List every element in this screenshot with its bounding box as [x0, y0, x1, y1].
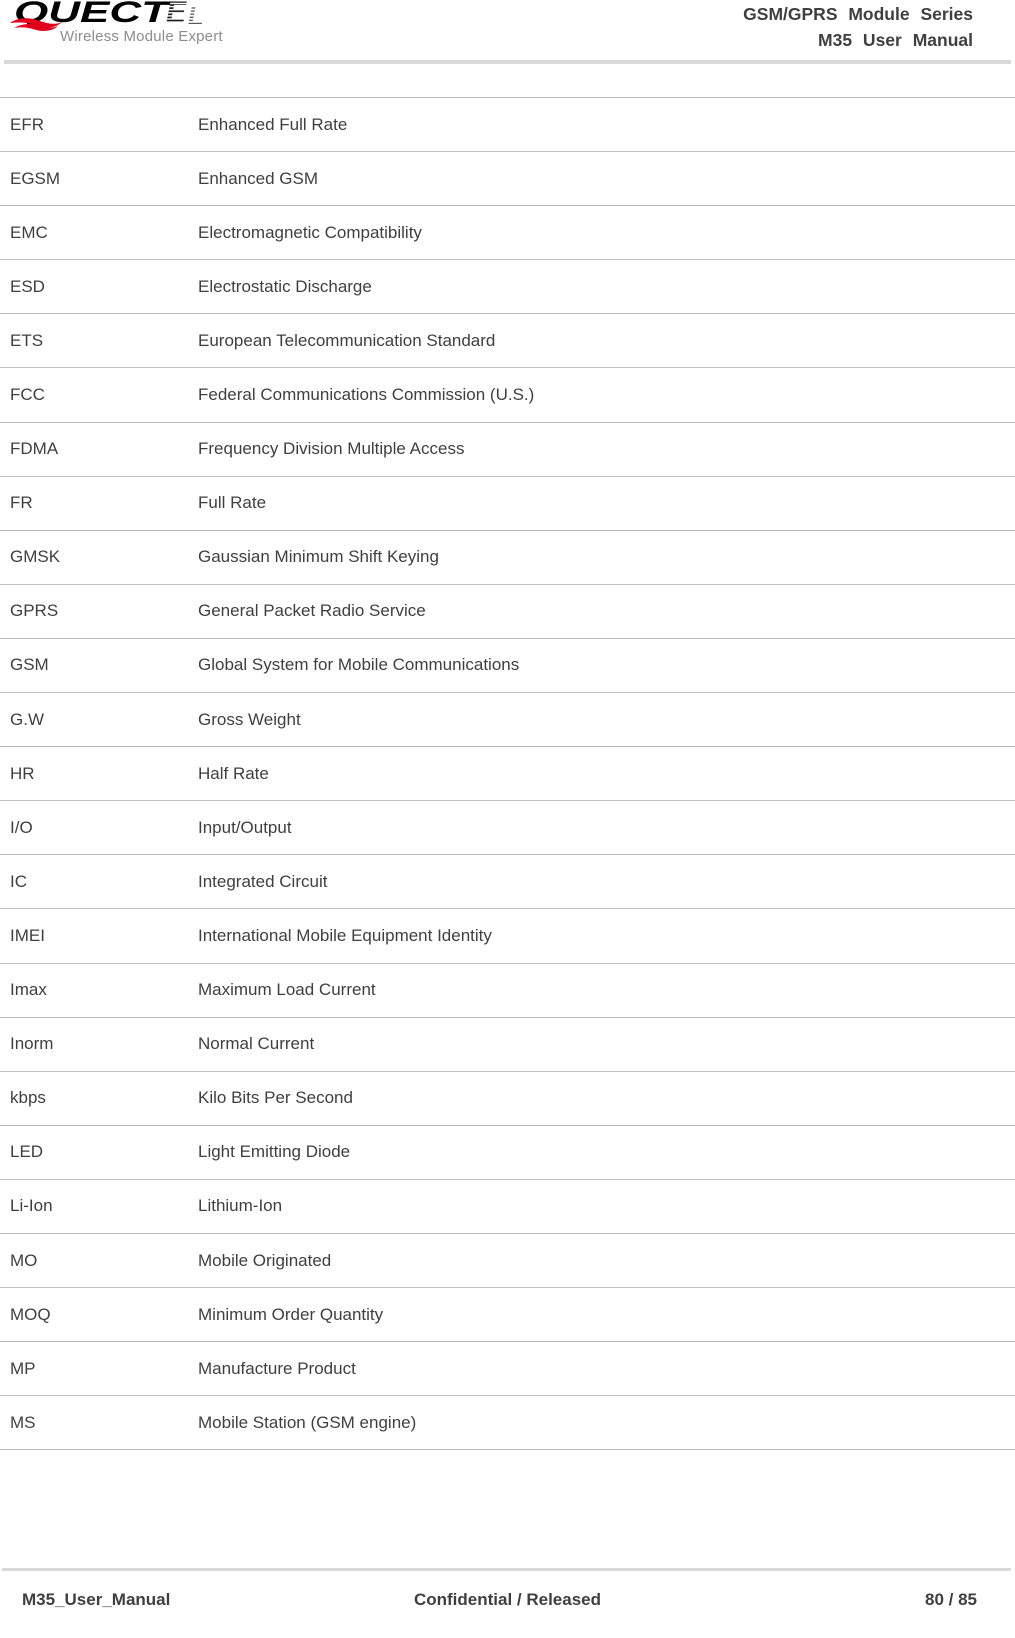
abbreviation-description: Full Rate	[188, 475, 1015, 531]
abbreviation-term: ESD	[0, 259, 188, 315]
table-row: IMEI International Mobile Equipment Ident…	[0, 908, 1015, 964]
abbreviation-term: I/O	[0, 800, 188, 856]
abbreviation-term: LED	[0, 1124, 188, 1180]
footer-page-number: 80 / 85	[925, 1590, 977, 1609]
abbreviation-description: Lithium-Ion	[188, 1178, 1015, 1234]
svg-text:L: L	[188, 0, 204, 30]
abbreviation-term: ETS	[0, 313, 188, 369]
abbreviation-description: Federal Communications Commission (U.S.)	[188, 367, 1015, 423]
table-row: MOQ Minimum Order Quantity	[0, 1287, 1015, 1343]
abbreviation-term: Li-Ion	[0, 1178, 188, 1234]
abbreviation-description: Input/Output	[188, 800, 1015, 856]
abbreviation-table-body: EFR Enhanced Full Rate EGSM Enhanced GSM EMC…	[0, 96, 1015, 1451]
header-divider	[4, 60, 1011, 64]
abbreviation-term: Inorm	[0, 1016, 188, 1072]
table-row: EFR Enhanced Full Rate	[0, 96, 1015, 153]
abbreviation-description: Maximum Load Current	[188, 962, 1015, 1018]
table-row: GMSK Gaussian Minimum Shift Keying	[0, 529, 1015, 585]
abbreviation-description: Global System for Mobile Communications	[188, 637, 1015, 694]
abbreviation-term: MO	[0, 1232, 188, 1289]
abbreviation-description: Frequency Division Multiple Access	[188, 421, 1015, 477]
abbreviation-term: GSM	[0, 637, 188, 694]
abbreviation-description: General Packet Radio Service	[188, 583, 1015, 639]
quectel-logo: QUECT E L Wireless Module Expert	[6, 0, 296, 58]
table-row: ESD Electrostatic Discharge	[0, 259, 1015, 315]
abbreviation-term: GPRS	[0, 583, 188, 639]
abbreviation-description: Mobile Station (GSM engine)	[188, 1395, 1015, 1451]
table-row: MO Mobile Originated	[0, 1232, 1015, 1289]
abbreviation-term: G.W	[0, 692, 188, 748]
logo-tagline: Wireless Module Expert	[60, 28, 223, 45]
abbreviation-description: Minimum Order Quantity	[188, 1287, 1015, 1343]
abbreviation-description: Enhanced Full Rate	[188, 96, 1015, 153]
abbreviation-term: kbps	[0, 1070, 188, 1126]
table-row: G.W Gross Weight	[0, 692, 1015, 748]
table-row: EMC Electromagnetic Compatibility	[0, 205, 1015, 261]
table-row: LED Light Emitting Diode	[0, 1124, 1015, 1180]
page-header: QUECT E L Wireless Module Expert GSM/GPR…	[0, 0, 1015, 64]
table-row: Li-Ion Lithium-Ion	[0, 1178, 1015, 1234]
abbreviation-term: FR	[0, 475, 188, 531]
abbreviation-term: MOQ	[0, 1287, 188, 1343]
abbreviation-description: Gaussian Minimum Shift Keying	[188, 529, 1015, 585]
table-row: MP Manufacture Product	[0, 1341, 1015, 1397]
footer-divider	[2, 1568, 1011, 1571]
table-row: Imax Maximum Load Current	[0, 962, 1015, 1018]
document-header-title: GSM/GPRS Module Series M35 User Manual	[743, 1, 973, 53]
table-row: EGSM Enhanced GSM	[0, 151, 1015, 207]
abbreviation-term: IMEI	[0, 908, 188, 964]
header-title-line-1: GSM/GPRS Module Series	[743, 4, 973, 24]
abbreviation-term: HR	[0, 746, 188, 802]
abbreviation-description: International Mobile Equipment Identity	[188, 908, 1015, 964]
table-row: GPRS General Packet Radio Service	[0, 583, 1015, 639]
abbreviation-description: Half Rate	[188, 746, 1015, 802]
abbreviation-description: Electrostatic Discharge	[188, 259, 1015, 315]
abbreviation-description: Electromagnetic Compatibility	[188, 205, 1015, 261]
page-footer: M35_User_Manual Confidential / Released …	[0, 1568, 1015, 1638]
header-title-line-2: M35 User Manual	[818, 30, 973, 50]
table-row: FR Full Rate	[0, 475, 1015, 531]
abbreviation-description: Integrated Circuit	[188, 854, 1015, 910]
table-row: IC Integrated Circuit	[0, 854, 1015, 910]
abbreviation-table: EFR Enhanced Full Rate EGSM Enhanced GSM EMC…	[0, 96, 1015, 1451]
abbreviation-description: Enhanced GSM	[188, 151, 1015, 207]
table-row: FDMA Frequency Division Multiple Access	[0, 421, 1015, 477]
abbreviation-term: IC	[0, 854, 188, 910]
table-row: I/O Input/Output	[0, 800, 1015, 856]
abbreviation-term: MS	[0, 1395, 188, 1451]
abbreviation-term: GMSK	[0, 529, 188, 585]
abbreviation-term: EFR	[0, 96, 188, 153]
table-row: GSM Global System for Mobile Communicatio…	[0, 637, 1015, 694]
abbreviation-description: Mobile Originated	[188, 1232, 1015, 1289]
abbreviation-term: FDMA	[0, 421, 188, 477]
svg-text:E: E	[166, 0, 187, 29]
table-row: kbps Kilo Bits Per Second	[0, 1070, 1015, 1126]
abbreviation-term: MP	[0, 1341, 188, 1397]
abbreviation-description: Light Emitting Diode	[188, 1124, 1015, 1180]
abbreviation-description: Manufacture Product	[188, 1341, 1015, 1397]
table-row: HR Half Rate	[0, 746, 1015, 802]
abbreviation-term: EMC	[0, 205, 188, 261]
abbreviation-description: Kilo Bits Per Second	[188, 1070, 1015, 1126]
table-row: ETS European Telecommunication Standard	[0, 313, 1015, 369]
table-row: FCC Federal Communications Commission (U.…	[0, 367, 1015, 423]
abbreviation-term: FCC	[0, 367, 188, 423]
abbreviation-term: Imax	[0, 962, 188, 1018]
abbreviation-description: European Telecommunication Standard	[188, 313, 1015, 369]
abbreviation-description: Gross Weight	[188, 692, 1015, 748]
abbreviation-description: Normal Current	[188, 1016, 1015, 1072]
abbreviation-term: EGSM	[0, 151, 188, 207]
table-row: MS Mobile Station (GSM engine)	[0, 1395, 1015, 1451]
table-row: Inorm Normal Current	[0, 1016, 1015, 1072]
footer-classification: Confidential / Released	[413, 1590, 602, 1609]
